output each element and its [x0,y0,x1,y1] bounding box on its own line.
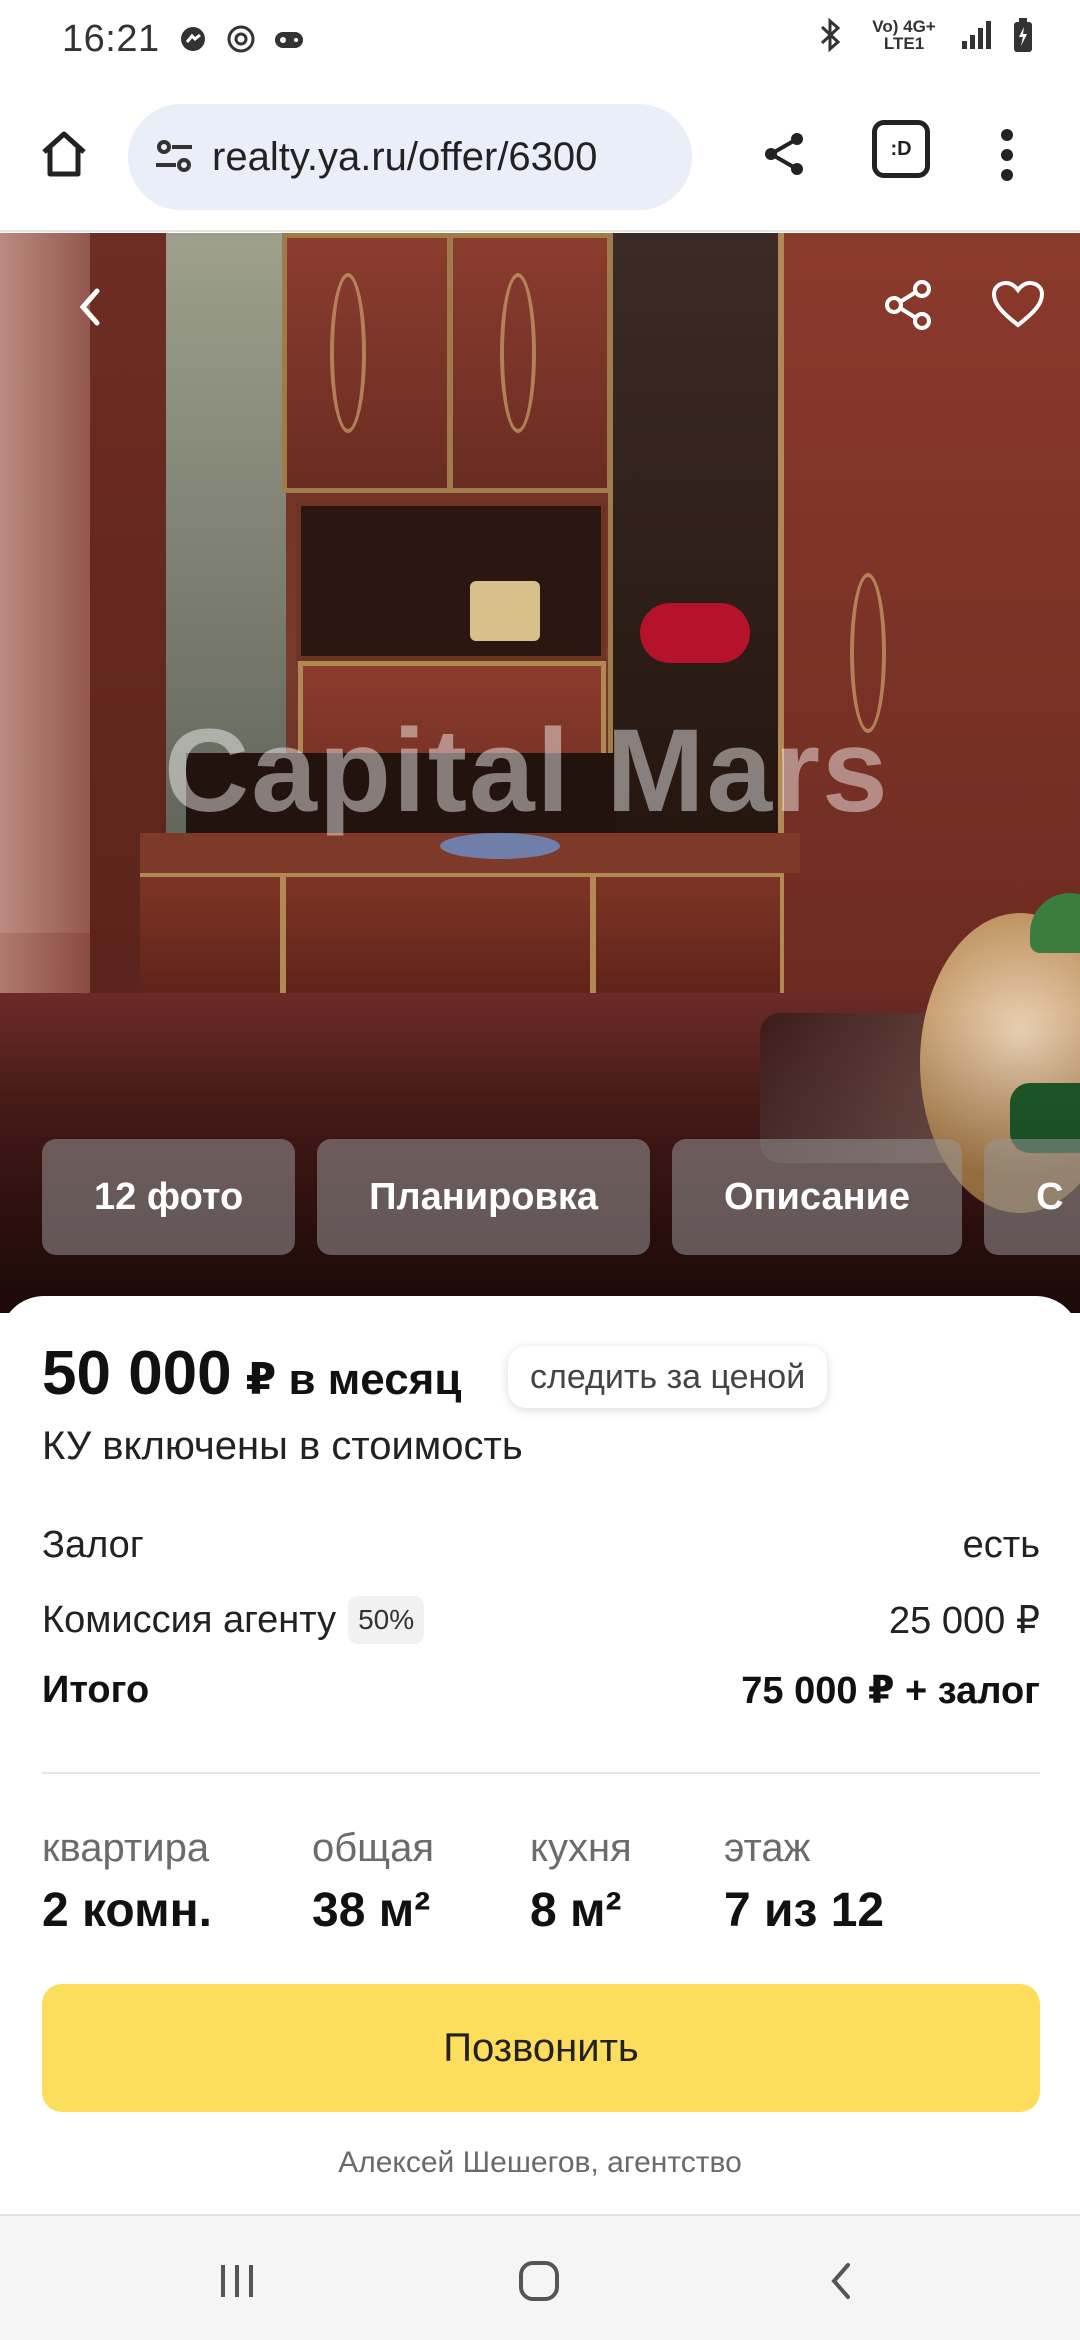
photo-drawer-divider [280,873,286,1003]
address-bar[interactable]: realty.ya.ru/offer/6300 [128,104,692,210]
photo-shelf [296,501,606,661]
utilities-note: КУ включены в стоимость [42,1424,523,1468]
chip-plan[interactable]: Планировка [317,1139,651,1255]
recents-icon [221,2265,253,2297]
photo-drawer-divider [590,873,596,1003]
spec-value: 38 м² [312,1884,431,1937]
cost-label: Комиссия агенту [42,1598,337,1641]
game-icon [272,22,306,56]
url-text: realty.ya.ru/offer/6300 [212,134,598,179]
page: 16:21 Vo) 4G+ LTE1 realty.ya.ru/offer/63… [0,0,1080,2340]
photo-red-dishes [640,603,750,663]
home-nav-icon [519,2261,559,2301]
recents-button[interactable] [202,2246,272,2316]
status-system-icons: Vo) 4G+ LTE1 [814,18,1040,52]
photo-ornament [330,273,366,433]
price-row: 50 000 ₽ в месяц [42,1338,461,1409]
home-nav-button[interactable] [504,2246,574,2316]
home-icon [42,131,86,177]
cost-row-commission: Комиссия агенту 50% 25 000 ₽ [42,1596,1040,1644]
chip-description[interactable]: Описание [672,1139,963,1255]
messenger-icon [176,22,210,56]
status-bar: 16:21 Vo) 4G+ LTE1 [0,0,1080,82]
browser-menu-button[interactable] [980,120,1034,190]
price-period: ₽ в месяц [245,1355,462,1404]
commission-badge: 50% [348,1596,425,1644]
divider [42,1772,1040,1774]
listing-photo[interactable]: Capital Mars 12 фото Планировка Описание… [0,233,1080,1313]
cost-value: 25 000 ₽ [889,1599,1040,1642]
favorite-button[interactable] [986,273,1050,337]
back-nav-button[interactable] [806,2246,876,2316]
spec-label: общая [312,1826,434,1870]
spec-label: квартира [42,1826,210,1870]
spec-floor: этаж 7 из 12 [724,1826,884,1938]
cost-label: Итого [42,1669,150,1711]
browser-share-button[interactable] [752,122,816,186]
photo-curtain [0,233,90,1093]
call-button[interactable]: Позвонить [42,1984,1040,2112]
spec-label: этаж [724,1826,811,1870]
photo-chips: 12 фото Планировка Описание С [42,1139,1080,1255]
status-notification-icons [176,22,306,56]
cost-value: есть [962,1524,1040,1566]
chevron-left-icon [831,2263,850,2299]
spec-value: 7 из 12 [724,1884,885,1937]
at-icon [224,22,258,56]
photo-ornament [500,273,536,433]
status-time: 16:21 [62,18,160,60]
bluetooth-icon [814,18,848,52]
home-button[interactable] [32,122,96,186]
chip-photos[interactable]: 12 фото [42,1139,296,1255]
photo-clock [470,581,540,641]
share-icon [765,133,803,175]
tab-switcher-button[interactable]: :D [872,120,930,178]
heart-icon [991,280,1045,328]
system-nav-bar [0,2214,1080,2340]
photo-drawers [140,873,780,1003]
cost-label: Залог [42,1524,144,1566]
signal-icon [960,18,994,52]
spec-total-area: общая 38 м² [312,1826,434,1938]
cost-label-wrap: Комиссия агенту 50% [42,1596,425,1644]
back-button[interactable] [60,277,120,337]
cost-row-total: Итого 75 000 ₽ + залог [42,1668,1040,1713]
track-price-button[interactable]: следить за ценой [508,1346,828,1408]
share-icon [885,280,931,330]
spec-rooms: квартира 2 комн. [42,1826,212,1938]
network-label: Vo) 4G+ LTE1 [872,17,936,53]
browser-toolbar: realty.ya.ru/offer/6300 :D [0,82,1080,232]
price-amount: 50 000 [42,1339,232,1408]
chip-next[interactable]: С [984,1139,1080,1255]
spec-label: кухня [530,1826,632,1870]
chevron-left-icon [79,288,100,326]
site-settings-icon[interactable] [142,125,206,189]
cost-row-deposit: Залог есть [42,1524,1040,1567]
more-vert-icon [1001,129,1013,181]
photo-watermark: Capital Mars [164,705,890,837]
spec-value: 2 комн. [42,1884,212,1937]
cost-value: 75 000 ₽ + залог [741,1670,1040,1712]
battery-icon [1006,18,1040,52]
agent-name[interactable]: Алексей Шешегов, агентство [0,2146,1080,2180]
spec-value: 8 м² [530,1884,622,1937]
listing-share-button[interactable] [876,273,940,337]
specs: квартира 2 комн. общая 38 м² кухня 8 м² … [42,1826,1040,1938]
spec-kitchen: кухня 8 м² [530,1826,632,1938]
offer-sheet: 50 000 ₽ в месяц следить за ценой КУ вкл… [0,1296,1080,2216]
